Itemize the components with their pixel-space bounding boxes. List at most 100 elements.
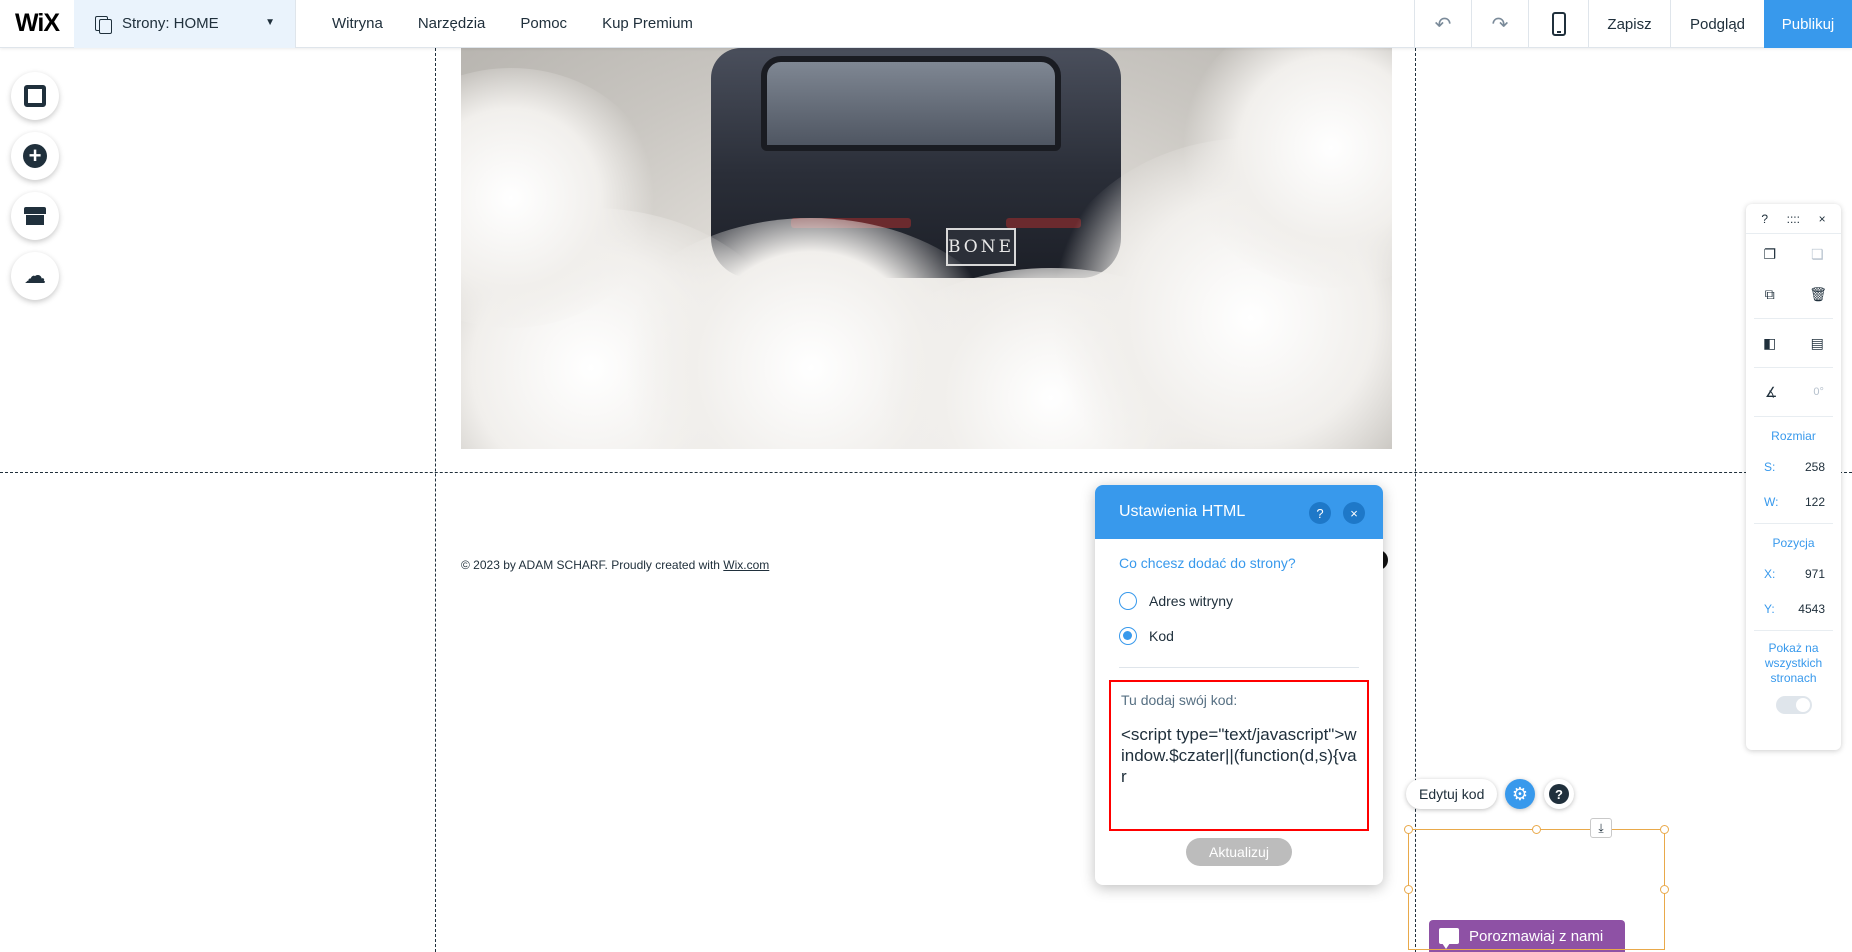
show-on-all-pages-label: Pokaż na wszystkich stronach: [1764, 641, 1823, 685]
divider: [1754, 416, 1833, 417]
align-icon[interactable]: ▤: [1809, 335, 1825, 351]
tools-panel: ? :::: × ❐ ❏ ⧉ 🗑 ◧ ▤ ∡ 0° Rozmiar S: 258 …: [1746, 204, 1841, 750]
divider: [1119, 667, 1359, 668]
menu-item-help[interactable]: Pomoc: [520, 15, 567, 32]
position-y-value[interactable]: 4543: [1798, 602, 1825, 616]
position-y-label: Y:: [1764, 601, 1775, 616]
help-icon: ?: [1549, 784, 1569, 804]
help-icon[interactable]: ?: [1761, 212, 1768, 226]
menu-item-site[interactable]: Witryna: [332, 15, 383, 32]
copy-icon[interactable]: ❐: [1762, 246, 1778, 262]
save-button[interactable]: Zapisz: [1588, 0, 1670, 48]
help-icon[interactable]: ?: [1309, 502, 1331, 524]
gear-icon: ⚙: [1511, 783, 1529, 804]
position-y-row[interactable]: Y: 4543: [1746, 591, 1841, 626]
content-type-question: Co chcesz dodać do strony?: [1119, 555, 1296, 571]
stretch-down-icon[interactable]: ⤓: [1590, 818, 1612, 838]
tools-row-copy: ❐ ❏: [1746, 234, 1841, 274]
option-label: Kod: [1149, 627, 1174, 644]
delete-icon[interactable]: 🗑: [1809, 286, 1827, 302]
background-button[interactable]: [11, 72, 59, 120]
menu-item-tools[interactable]: Narzędzia: [418, 15, 486, 32]
resize-handle[interactable]: [1660, 885, 1669, 894]
resize-handle[interactable]: [1404, 825, 1413, 834]
update-button[interactable]: Aktualizuj: [1186, 838, 1292, 866]
pages-dropdown[interactable]: Strony: HOME ▼: [74, 0, 296, 48]
option-code[interactable]: Kod: [1119, 618, 1359, 653]
undo-icon: ↶: [1434, 13, 1452, 36]
publish-button[interactable]: Publikuj: [1764, 0, 1852, 48]
size-height-value[interactable]: 122: [1805, 495, 1825, 509]
guide-left: [435, 48, 436, 952]
help-button[interactable]: ?: [1544, 779, 1574, 809]
chevron-down-icon: ▼: [265, 16, 275, 28]
divider: [1754, 523, 1833, 524]
divider: [1754, 630, 1833, 631]
radio-checked-icon[interactable]: [1119, 626, 1137, 645]
store-button[interactable]: [11, 192, 59, 240]
undo-button[interactable]: ↶: [1414, 0, 1471, 48]
tools-row-duplicate: ⧉ 🗑: [1746, 274, 1841, 314]
hero-image[interactable]: BONE: [461, 48, 1392, 449]
show-on-all-pages-toggle[interactable]: [1775, 696, 1812, 714]
footer-link[interactable]: Wix.com: [723, 558, 769, 572]
footer-text: © 2023 by ADAM SCHARF. Proudly created w…: [461, 558, 724, 572]
top-bar: WiX Strony: HOME ▼ Witryna Narzędzia Pom…: [0, 0, 1852, 48]
selected-element[interactable]: [1404, 825, 1669, 950]
edit-code-button[interactable]: Edytuj kod: [1406, 779, 1498, 809]
redo-button[interactable]: ↷: [1471, 0, 1528, 48]
radio-icon[interactable]: [1119, 591, 1137, 610]
car-window: [761, 56, 1061, 151]
store-icon: [24, 207, 46, 225]
upload-icon: ☁: [24, 263, 46, 288]
top-right-actions: ↶ ↷ Zapisz Podgląd Publikuj: [1414, 0, 1852, 48]
close-icon[interactable]: ×: [1343, 502, 1365, 524]
panel-body: Co chcesz dodać do strony? Adres witryny…: [1095, 539, 1383, 668]
divider: [1754, 318, 1833, 319]
preview-button[interactable]: Podgląd: [1670, 0, 1764, 48]
upload-button[interactable]: ☁: [11, 252, 59, 300]
add-icon: +: [23, 144, 47, 168]
position-x-label: X:: [1764, 566, 1776, 581]
html-settings-panel: Ustawienia HTML ? × Co chcesz dodać do s…: [1095, 485, 1383, 885]
size-height-label: W:: [1764, 494, 1779, 509]
resize-handle[interactable]: [1532, 825, 1541, 834]
option-label: Adres witryny: [1149, 592, 1234, 609]
code-editor[interactable]: Tu dodaj swój kod: <script type="text/ja…: [1109, 680, 1369, 831]
background-icon: [24, 85, 46, 107]
pages-icon: [94, 15, 112, 34]
rotation-value[interactable]: 0°: [1813, 384, 1824, 400]
size-width-label: S:: [1764, 459, 1776, 474]
mobile-icon: [1551, 12, 1566, 36]
code-textarea[interactable]: <script type="text/javascript">window.$c…: [1121, 724, 1357, 787]
tools-row-rotate: ∡ 0°: [1746, 372, 1841, 412]
drag-handle-icon[interactable]: ::::: [1787, 212, 1800, 226]
size-width-row[interactable]: S: 258: [1746, 449, 1841, 484]
panel-title: Ustawienia HTML: [1119, 503, 1246, 520]
wix-logo[interactable]: WiX: [0, 0, 74, 48]
code-label: Tu dodaj swój kod:: [1121, 692, 1238, 708]
mobile-view-button[interactable]: [1528, 0, 1588, 48]
pages-dropdown-label: Strony: HOME: [122, 15, 219, 32]
option-website-address[interactable]: Adres witryny: [1119, 583, 1359, 618]
add-button[interactable]: +: [11, 132, 59, 180]
guide-horizontal: [0, 472, 1852, 473]
duplicate-icon[interactable]: ⧉: [1762, 286, 1778, 302]
position-x-value[interactable]: 971: [1805, 567, 1825, 581]
size-title: Rozmiar: [1771, 429, 1816, 443]
tools-panel-header: ? :::: ×: [1746, 204, 1841, 234]
menu-item-premium[interactable]: Kup Premium: [602, 15, 693, 32]
redo-icon: ↷: [1491, 13, 1509, 36]
divider: [1754, 367, 1833, 368]
arrange-icon[interactable]: ◧: [1762, 335, 1778, 351]
rotate-icon[interactable]: ∡: [1763, 384, 1779, 400]
settings-button[interactable]: ⚙: [1505, 779, 1535, 809]
size-width-value[interactable]: 258: [1805, 460, 1825, 474]
top-menu: Witryna Narzędzia Pomoc Kup Premium: [332, 15, 728, 32]
size-height-row[interactable]: W: 122: [1746, 484, 1841, 519]
resize-handle[interactable]: [1660, 825, 1669, 834]
position-x-row[interactable]: X: 971: [1746, 556, 1841, 591]
resize-handle[interactable]: [1404, 885, 1413, 894]
tools-row-arrange: ◧ ▤: [1746, 323, 1841, 363]
close-icon[interactable]: ×: [1819, 212, 1826, 226]
